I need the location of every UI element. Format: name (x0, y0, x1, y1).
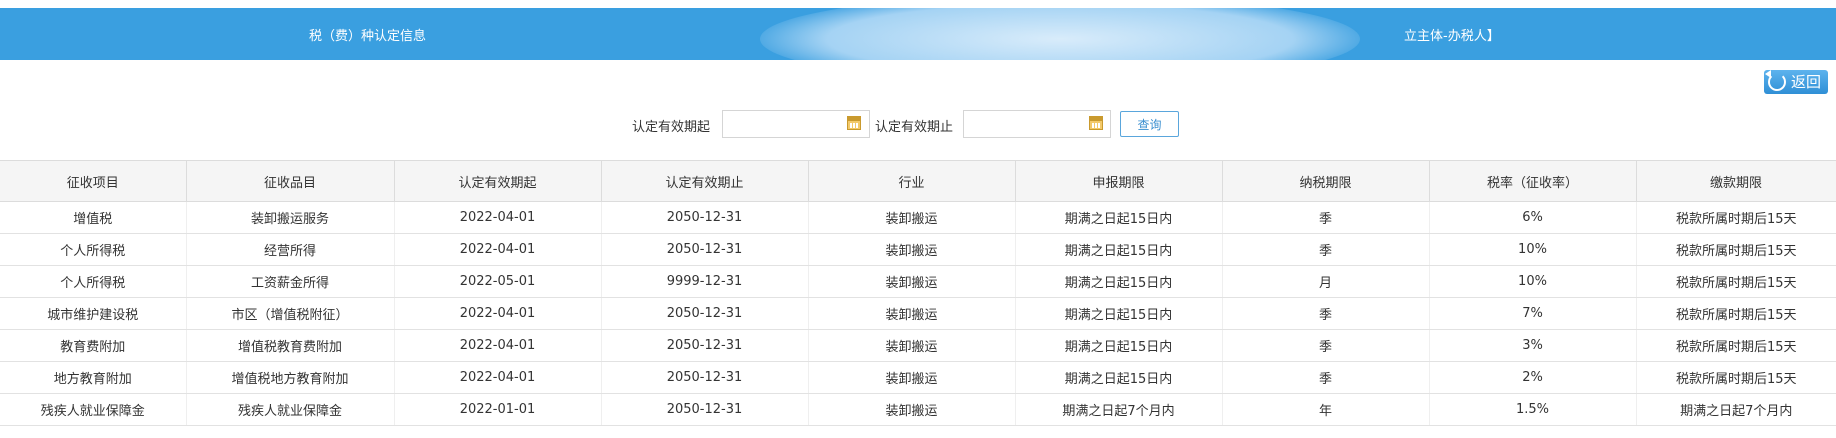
table-cell: 装卸搬运 (807, 265, 1015, 298)
tax-determination-table: 征收项目 征收品目 认定有效期起 认定有效期止 行业 申报期限 纳税期限 税率（… (0, 160, 1836, 426)
table-cell: 增值税教育费附加 (185, 329, 394, 362)
table-cell: 季 (1221, 329, 1429, 362)
header-bar: 税（费）种认定信息 立主体-办税人】 (0, 8, 1836, 60)
table-cell: 月 (1221, 265, 1429, 298)
column-header: 征收项目 (0, 160, 187, 202)
table-cell: 期满之日起15日内 (1014, 361, 1222, 394)
table-row: 个人所得税 工资薪金所得 2022-05-01 9999-12-31 装卸搬运 … (0, 265, 1836, 298)
table-cell: 2022-04-01 (393, 233, 601, 266)
table-cell: 2% (1428, 361, 1636, 394)
table-cell: 期满之日起7个月内 (1014, 393, 1222, 426)
table-cell: 装卸搬运 (807, 297, 1015, 330)
table-cell: 教育费附加 (0, 329, 186, 362)
column-header: 认定有效期起 (393, 160, 602, 202)
table-cell: 工资薪金所得 (185, 265, 394, 298)
table-row: 增值税 装卸搬运服务 2022-04-01 2050-12-31 装卸搬运 期满… (0, 201, 1836, 234)
column-header: 认定有效期止 (600, 160, 809, 202)
table-cell: 期满之日起15日内 (1014, 329, 1222, 362)
table-cell: 7% (1428, 297, 1636, 330)
table-cell: 2022-01-01 (393, 393, 601, 426)
table-cell: 10% (1428, 265, 1636, 298)
table-cell: 2050-12-31 (600, 201, 808, 234)
table-cell: 经营所得 (185, 233, 394, 266)
table-cell: 期满之日起7个月内 (1635, 393, 1836, 426)
table-cell: 装卸搬运 (807, 201, 1015, 234)
table-cell: 装卸搬运 (807, 361, 1015, 394)
table-cell: 2022-04-01 (393, 329, 601, 362)
table-cell: 9999-12-31 (600, 265, 808, 298)
table-cell: 2022-05-01 (393, 265, 601, 298)
table-cell: 个人所得税 (0, 233, 186, 266)
table-cell: 地方教育附加 (0, 361, 186, 394)
table-cell: 2022-04-01 (393, 361, 601, 394)
table-cell: 残疾人就业保障金 (185, 393, 394, 426)
back-button[interactable]: 返回 (1764, 70, 1828, 94)
table-cell: 个人所得税 (0, 265, 186, 298)
header-subject-text: 立主体-办税人】 (1404, 29, 1500, 44)
table-cell: 期满之日起15日内 (1014, 297, 1222, 330)
table-cell: 季 (1221, 201, 1429, 234)
table-cell: 期满之日起15日内 (1014, 201, 1222, 234)
table-cell: 季 (1221, 297, 1429, 330)
column-header: 税率（征收率） (1428, 160, 1637, 202)
column-header: 缴款期限 (1635, 160, 1836, 202)
table-row: 个人所得税 经营所得 2022-04-01 2050-12-31 装卸搬运 期满… (0, 233, 1836, 266)
table-cell: 税款所属时期后15天 (1635, 329, 1836, 362)
redacted-blur (760, 8, 1360, 60)
column-header: 纳税期限 (1221, 160, 1430, 202)
table-row: 教育费附加 增值税教育费附加 2022-04-01 2050-12-31 装卸搬… (0, 329, 1836, 362)
table-cell: 增值税地方教育附加 (185, 361, 394, 394)
column-header: 征收品目 (185, 160, 395, 202)
table-cell: 2050-12-31 (600, 297, 808, 330)
table-cell: 2050-12-31 (600, 393, 808, 426)
column-header: 申报期限 (1014, 160, 1223, 202)
table-cell: 市区（增值税附征） (185, 297, 394, 330)
table-cell: 期满之日起15日内 (1014, 265, 1222, 298)
table-cell: 1.5% (1428, 393, 1636, 426)
table-cell: 期满之日起15日内 (1014, 233, 1222, 266)
table-cell: 城市维护建设税 (0, 297, 186, 330)
start-date-label: 认定有效期起 (632, 120, 711, 135)
table-cell: 2022-04-01 (393, 297, 601, 330)
table-header-row: 征收项目 征收品目 认定有效期起 认定有效期止 行业 申报期限 纳税期限 税率（… (0, 160, 1836, 202)
table-cell: 3% (1428, 329, 1636, 362)
table-cell: 税款所属时期后15天 (1635, 201, 1836, 234)
table-cell: 税款所属时期后15天 (1635, 265, 1836, 298)
page-title: 税（费）种认定信息 (309, 29, 427, 44)
end-date-label: 认定有效期止 (875, 120, 954, 135)
table-cell: 2050-12-31 (600, 329, 808, 362)
table-cell: 6% (1428, 201, 1636, 234)
table-cell: 装卸搬运 (807, 233, 1015, 266)
table-cell: 2022-04-01 (393, 201, 601, 234)
table-cell: 装卸搬运服务 (185, 201, 394, 234)
return-arrow-icon (1765, 70, 1786, 91)
table-cell: 季 (1221, 233, 1429, 266)
calendar-icon[interactable] (1089, 116, 1103, 130)
calendar-icon[interactable] (847, 116, 861, 130)
table-cell: 装卸搬运 (807, 329, 1015, 362)
back-button-label: 返回 (1791, 73, 1822, 91)
column-header: 行业 (807, 160, 1016, 202)
table-cell: 税款所属时期后15天 (1635, 297, 1836, 330)
table-cell: 增值税 (0, 201, 186, 234)
query-button[interactable]: 查询 (1120, 111, 1179, 137)
table-cell: 装卸搬运 (807, 393, 1015, 426)
table-cell: 税款所属时期后15天 (1635, 233, 1836, 266)
table-cell: 2050-12-31 (600, 233, 808, 266)
table-cell: 2050-12-31 (600, 361, 808, 394)
table-cell: 年 (1221, 393, 1429, 426)
table-row: 城市维护建设税 市区（增值税附征） 2022-04-01 2050-12-31 … (0, 297, 1836, 330)
table-cell: 残疾人就业保障金 (0, 393, 186, 426)
table-cell: 税款所属时期后15天 (1635, 361, 1836, 394)
table-row: 地方教育附加 增值税地方教育附加 2022-04-01 2050-12-31 装… (0, 361, 1836, 394)
table-row: 残疾人就业保障金 残疾人就业保障金 2022-01-01 2050-12-31 … (0, 393, 1836, 426)
table-cell: 季 (1221, 361, 1429, 394)
table-cell: 10% (1428, 233, 1636, 266)
